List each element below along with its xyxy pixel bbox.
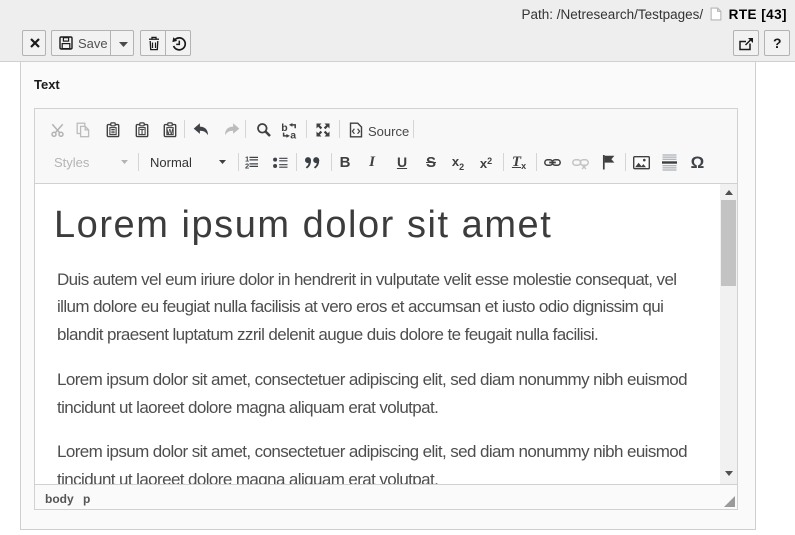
svg-text:T: T <box>140 127 145 136</box>
svg-text:b: b <box>281 122 287 134</box>
svg-text:a: a <box>290 130 296 140</box>
svg-text:W: W <box>167 129 174 136</box>
svg-text:2: 2 <box>245 161 249 169</box>
